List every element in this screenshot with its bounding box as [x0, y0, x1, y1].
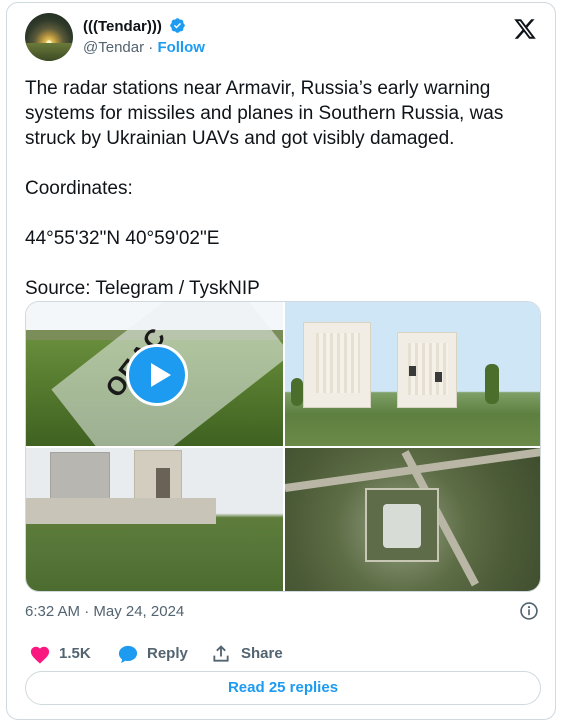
avatar[interactable]	[25, 13, 73, 61]
media-video-field[interactable]: ОПАС	[26, 302, 283, 446]
like-button[interactable]: 1.5K	[29, 643, 109, 665]
share-label: Share	[241, 645, 283, 662]
tree	[291, 378, 303, 406]
like-count: 1.5K	[59, 645, 91, 662]
radar-building-left	[303, 322, 371, 408]
separator-dot: ·	[148, 39, 154, 56]
radar-building-right	[397, 332, 457, 408]
share-button[interactable]: Share	[211, 643, 291, 665]
damage-mark	[435, 372, 442, 382]
reply-button[interactable]: Reply	[117, 643, 197, 665]
follow-button[interactable]: Follow	[157, 39, 205, 56]
radar-building-left-face	[316, 333, 360, 393]
damage-mark	[409, 366, 416, 376]
author-display-name[interactable]: (((Tendar)))	[83, 18, 162, 35]
media-photo-damaged-station[interactable]	[26, 448, 283, 591]
verified-badge-icon	[170, 18, 185, 33]
tweet-header: (((Tendar))) @Tendar · Follow	[25, 13, 541, 61]
play-icon[interactable]	[126, 344, 188, 406]
tweet-timestamp[interactable]: 6:32 AM · May 24, 2024	[25, 603, 184, 620]
reply-label: Reply	[147, 645, 188, 662]
tweet-text: The radar stations near Armavir, Russia’…	[25, 78, 504, 299]
damage-mark	[156, 468, 170, 498]
media-grid: ОПАС	[25, 301, 541, 592]
avatar-landscape	[25, 43, 73, 61]
read-replies-button[interactable]: Read 25 replies	[25, 671, 541, 705]
media-photo-radar-buildings[interactable]	[285, 302, 540, 446]
media-satellite-image[interactable]	[285, 448, 540, 591]
info-icon[interactable]	[519, 601, 539, 621]
reply-bubble-icon	[118, 645, 138, 664]
author-handle[interactable]: @Tendar	[83, 39, 144, 56]
radar-site-compound	[365, 488, 439, 562]
share-upload-icon	[213, 645, 229, 662]
author-name-row[interactable]: (((Tendar)))	[83, 17, 186, 35]
radar-pad	[383, 504, 421, 548]
x-logo-icon[interactable]	[513, 17, 537, 41]
heart-icon	[30, 646, 50, 664]
author-handle-row: @Tendar · Follow	[83, 39, 205, 56]
tweet-card: (((Tendar))) @Tendar · Follow The radar …	[6, 2, 556, 720]
low-buildings	[26, 498, 216, 524]
tree	[485, 364, 499, 404]
